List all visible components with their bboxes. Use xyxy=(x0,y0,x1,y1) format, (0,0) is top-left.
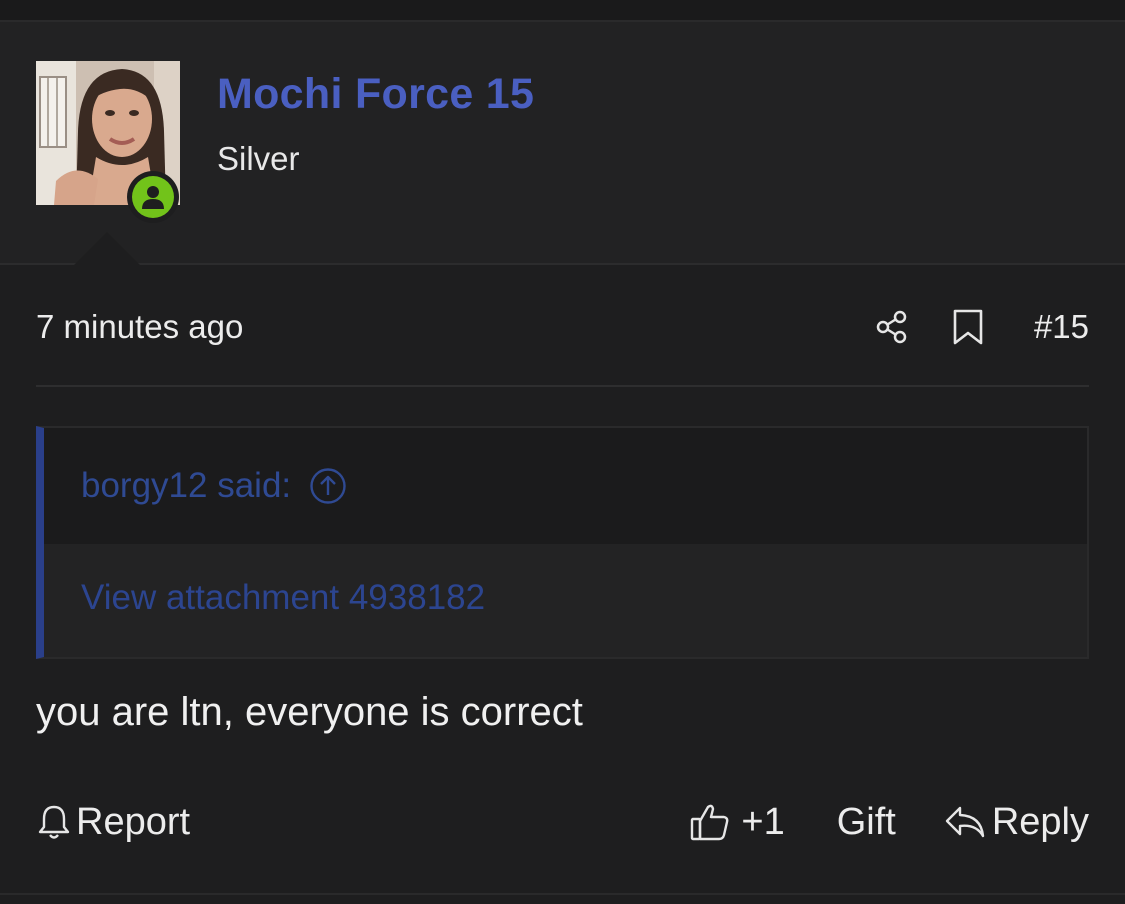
share-icon[interactable] xyxy=(874,309,910,345)
report-label: Report xyxy=(76,800,191,843)
post-meta-actions: #15 xyxy=(874,308,1089,346)
top-strip xyxy=(0,0,1125,22)
post-timestamp[interactable]: 7 minutes ago xyxy=(36,308,243,346)
quote-author-link[interactable]: borgy12 said: xyxy=(81,466,291,506)
reply-label: Reply xyxy=(991,800,1089,843)
thumbs-up-icon xyxy=(691,804,729,841)
post-meta-row: 7 minutes ago #15 xyxy=(36,298,1089,356)
like-count: +1 xyxy=(741,800,785,843)
post-number-link[interactable]: #15 xyxy=(1034,308,1089,346)
reply-arrow-icon xyxy=(945,806,985,838)
bookmark-icon[interactable] xyxy=(952,308,984,346)
avatar-container[interactable] xyxy=(36,61,180,223)
gift-button[interactable]: Gift xyxy=(837,801,896,844)
post-actions-right: +1 Gift Reply xyxy=(689,801,1089,844)
quote-header: borgy12 said: xyxy=(44,428,1087,544)
quote-attachment-link[interactable]: View attachment 4938182 xyxy=(81,578,485,618)
online-status-badge xyxy=(127,171,179,223)
reply-button[interactable]: Reply xyxy=(944,801,1089,844)
bottom-divider xyxy=(0,893,1125,895)
quote-block: borgy12 said: View attachment 4938182 xyxy=(36,426,1089,659)
meta-divider xyxy=(36,385,1089,387)
header-pointer xyxy=(74,232,140,265)
post-body-text: you are ltn, everyone is correct xyxy=(36,690,583,734)
user-icon xyxy=(142,186,164,209)
like-button[interactable]: +1 xyxy=(689,800,785,844)
author-username[interactable]: Mochi Force 15 xyxy=(217,70,534,119)
post-actions-bar: Report +1 Gift Reply xyxy=(36,793,1089,851)
arrow-up-circle-icon[interactable] xyxy=(309,467,347,505)
author-rank: Silver xyxy=(217,140,300,177)
bell-icon xyxy=(38,805,70,839)
report-button[interactable]: Report xyxy=(36,801,190,844)
post-author-header: Mochi Force 15 Silver xyxy=(0,22,1125,265)
